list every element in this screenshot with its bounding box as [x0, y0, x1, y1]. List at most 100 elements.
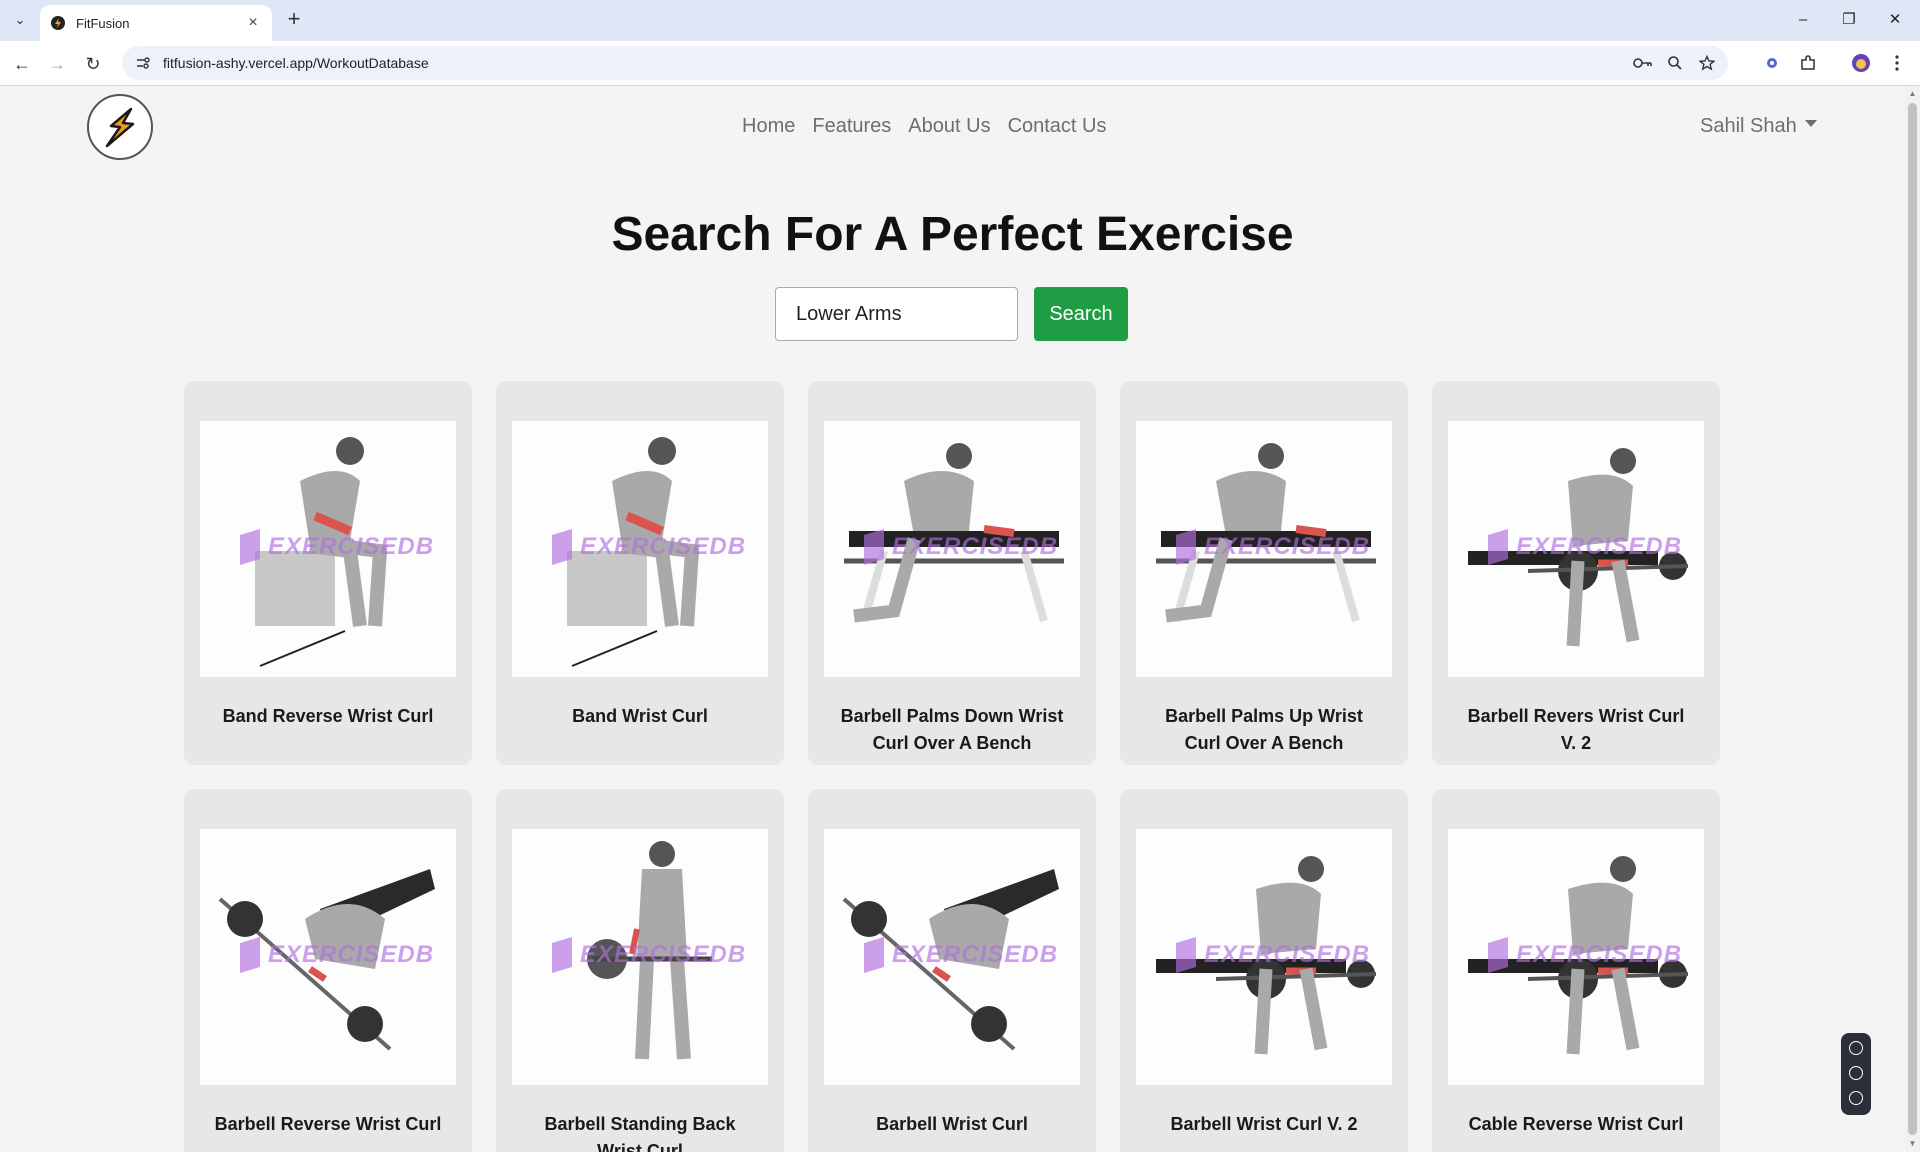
exercisedb-watermark: EXERCISEDB — [550, 935, 746, 975]
exercise-image[interactable]: EXERCISEDB — [200, 421, 456, 677]
restore-button[interactable]: ❐ — [1834, 8, 1864, 32]
forward-button[interactable]: → — [43, 50, 71, 78]
exercise-image[interactable]: EXERCISEDB — [512, 829, 768, 1085]
tab-close-icon[interactable]: × — [244, 14, 262, 32]
nav-link-about-us[interactable]: About Us — [908, 115, 990, 138]
exercisedb-logo-icon — [1488, 937, 1508, 973]
page-title: Search For A Perfect Exercise — [611, 208, 1294, 261]
exercisedb-logo-icon — [864, 529, 884, 565]
exercise-card[interactable]: EXERCISEDB Band Wrist Curl — [496, 381, 784, 765]
exercisedb-watermark: EXERCISEDB — [1486, 935, 1682, 975]
browser-tab[interactable]: FitFusion × — [40, 5, 272, 41]
url-text[interactable]: fitfusion-ashy.vercel.app/WorkoutDatabas… — [163, 55, 1632, 71]
watermark-text: EXERCISEDB — [268, 533, 435, 560]
exercise-name: Band Wrist Curl — [572, 706, 708, 726]
exercise-image[interactable]: EXERCISEDB — [1136, 421, 1392, 677]
chat-widget[interactable] — [1841, 1033, 1871, 1115]
nav-links: Home Features About Us Contact Us — [742, 115, 1107, 138]
exercise-card[interactable]: EXERCISEDB Cable Reverse Wrist Curl — [1432, 789, 1720, 1152]
nav-link-features[interactable]: Features — [812, 115, 891, 138]
exercise-image[interactable]: EXERCISEDB — [824, 421, 1080, 677]
fitfusion-favicon-icon — [51, 16, 65, 30]
address-bar[interactable]: fitfusion-ashy.vercel.app/WorkoutDatabas… — [122, 46, 1728, 80]
tab-search-button[interactable]: ⌄ — [8, 8, 32, 32]
exercisedb-logo-icon — [864, 937, 884, 973]
browser-tab-bar: ⌄ FitFusion × + – ❐ ✕ — [0, 0, 1920, 41]
exercisedb-logo-icon — [1488, 529, 1508, 565]
nav-link-contact-us[interactable]: Contact Us — [1008, 115, 1107, 138]
exercise-card[interactable]: EXERCISEDB Barbell Standing Back Wrist Cu… — [496, 789, 784, 1152]
watermark-text: EXERCISEDB — [580, 533, 747, 560]
exercisedb-watermark: EXERCISEDB — [1486, 527, 1682, 567]
exercise-card[interactable]: EXERCISEDB Band Reverse Wrist Curl — [184, 381, 472, 765]
exercise-name: Cable Reverse Wrist Curl — [1468, 1114, 1684, 1134]
exercise-grid: EXERCISEDB Band Reverse Wrist Curl EXERCI… — [184, 381, 1720, 1152]
exercise-image[interactable]: EXERCISEDB — [200, 829, 456, 1085]
fitfusion-logo[interactable] — [87, 94, 153, 160]
exercisedb-logo-icon — [552, 937, 572, 973]
exercisedb-watermark: EXERCISEDB — [862, 935, 1058, 975]
search-input[interactable] — [775, 287, 1018, 341]
scroll-up-arrow-icon[interactable]: ▲ — [1908, 89, 1917, 99]
exercise-image[interactable]: EXERCISEDB — [1448, 829, 1704, 1085]
page-scrollbar[interactable]: ▲ ▼ — [1905, 87, 1920, 1152]
profile-avatar-icon[interactable] — [1850, 52, 1872, 74]
browser-menu-icon[interactable] — [1886, 52, 1908, 74]
exercisedb-logo-icon — [240, 529, 260, 565]
watermark-text: EXERCISEDB — [580, 941, 747, 968]
exercise-name: Band Reverse Wrist Curl — [222, 706, 434, 726]
watermark-text: EXERCISEDB — [268, 941, 435, 968]
watermark-text: EXERCISEDB — [892, 533, 1059, 560]
new-tab-button[interactable]: + — [282, 8, 306, 32]
exercise-image[interactable]: EXERCISEDB — [1136, 829, 1392, 1085]
exercisedb-watermark: EXERCISEDB — [550, 527, 746, 567]
watermark-text: EXERCISEDB — [1516, 533, 1683, 560]
reload-button[interactable]: ↻ — [79, 50, 107, 78]
exercise-card[interactable]: EXERCISEDB Barbell Palms Down Wrist Curl … — [808, 381, 1096, 765]
close-window-button[interactable]: ✕ — [1880, 8, 1910, 32]
extensions-puzzle-icon[interactable] — [1797, 52, 1819, 74]
accessibility-icon[interactable] — [1849, 1091, 1863, 1105]
exercisedb-watermark: EXERCISEDB — [862, 527, 1058, 567]
scroll-down-arrow-icon[interactable]: ▼ — [1908, 1139, 1917, 1149]
user-menu-dropdown[interactable]: Sahil Shah — [1700, 115, 1817, 138]
watermark-text: EXERCISEDB — [1516, 941, 1683, 968]
chat-bubble-icon[interactable] — [1849, 1041, 1863, 1055]
page-viewport: Home Features About Us Contact Us Sahil … — [0, 87, 1905, 1152]
exercisedb-watermark: EXERCISEDB — [1174, 935, 1370, 975]
browser-toolbar: ← → ↻ fitfusion-ashy.vercel.app/WorkoutD… — [0, 41, 1920, 86]
exercise-image[interactable]: EXERCISEDB — [1448, 421, 1704, 677]
exercise-name: Barbell Palms Down Wrist Curl Over A Ben… — [840, 706, 1064, 753]
minimize-button[interactable]: – — [1788, 8, 1818, 32]
exercise-card[interactable]: EXERCISEDB Barbell Wrist Curl — [808, 789, 1096, 1152]
exercisedb-watermark: EXERCISEDB — [238, 935, 434, 975]
exercisedb-logo-icon — [1176, 937, 1196, 973]
exercise-name: Barbell Standing Back Wrist Curl — [544, 1114, 736, 1152]
site-info-icon[interactable] — [132, 52, 154, 74]
exercise-card[interactable]: EXERCISEDB Barbell Palms Up Wrist Curl Ov… — [1120, 381, 1408, 765]
exercise-card[interactable]: EXERCISEDB Barbell Revers Wrist Curl V. 2 — [1432, 381, 1720, 765]
exercisedb-watermark: EXERCISEDB — [238, 527, 434, 567]
exercise-card[interactable]: EXERCISEDB Barbell Reverse Wrist Curl — [184, 789, 472, 1152]
site-navbar: Home Features About Us Contact Us Sahil … — [0, 87, 1905, 167]
password-key-icon[interactable] — [1632, 52, 1654, 74]
tab-title: FitFusion — [76, 15, 130, 31]
scroll-thumb[interactable] — [1908, 103, 1917, 1135]
exercise-image[interactable]: EXERCISEDB — [512, 421, 768, 677]
caret-down-icon — [1804, 120, 1817, 127]
extension-gear-icon[interactable] — [1761, 52, 1783, 74]
zoom-icon[interactable] — [1664, 52, 1686, 74]
visibility-icon[interactable] — [1849, 1066, 1863, 1080]
nav-link-home[interactable]: Home — [742, 115, 795, 138]
exercise-card[interactable]: EXERCISEDB Barbell Wrist Curl V. 2 — [1120, 789, 1408, 1152]
exercise-name: Barbell Reverse Wrist Curl — [214, 1114, 442, 1134]
bookmark-star-icon[interactable] — [1696, 52, 1718, 74]
exercise-name: Barbell Palms Up Wrist Curl Over A Bench — [1165, 706, 1363, 753]
exercisedb-logo-icon — [1176, 529, 1196, 565]
search-button[interactable]: Search — [1034, 287, 1128, 341]
exercisedb-logo-icon — [240, 937, 260, 973]
watermark-text: EXERCISEDB — [1204, 941, 1371, 968]
exercise-image[interactable]: EXERCISEDB — [824, 829, 1080, 1085]
back-button[interactable]: ← — [8, 50, 36, 78]
lightning-logo-icon — [96, 103, 144, 151]
